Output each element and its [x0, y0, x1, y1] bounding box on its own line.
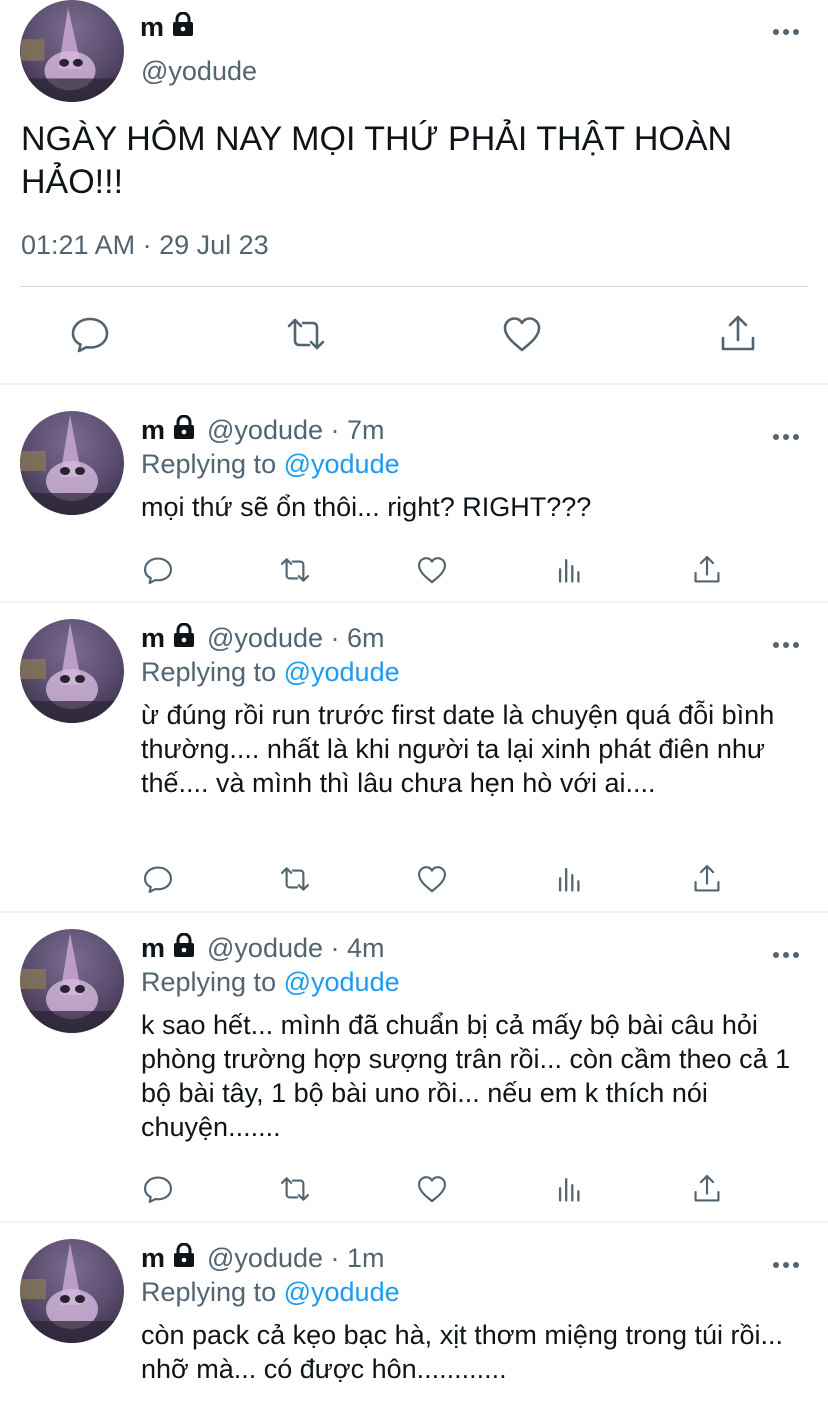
replying-prefix: Replying to	[141, 1277, 277, 1307]
action-bar	[0, 554, 828, 588]
replying-prefix: Replying to	[141, 967, 277, 997]
lock-icon	[171, 931, 197, 965]
separator	[0, 383, 828, 385]
like-icon[interactable]	[501, 313, 543, 355]
analytics-icon[interactable]	[554, 554, 586, 586]
like-icon[interactable]	[416, 863, 448, 895]
author-avatar[interactable]	[20, 929, 124, 1033]
avatar-image	[20, 933, 124, 1033]
separator	[0, 601, 828, 603]
share-icon[interactable]	[691, 1173, 723, 1205]
avatar-image	[20, 1243, 124, 1343]
divider	[20, 286, 808, 287]
lock-icon	[171, 1241, 197, 1275]
replying-prefix: Replying to	[141, 449, 277, 479]
author-handle[interactable]: @yodude	[141, 54, 257, 88]
reply-text: mọi thứ sẽ ổn thôi... right? RIGHT???	[141, 492, 592, 522]
reply-header: m @yodude · 4m	[141, 931, 385, 965]
separator	[0, 911, 828, 913]
mention-link[interactable]: @yodude	[284, 657, 400, 687]
mention-link[interactable]: @yodude	[284, 967, 400, 997]
reply-icon[interactable]	[142, 863, 174, 895]
replying-to: Replying to @yodude	[141, 655, 400, 689]
lock-icon	[171, 413, 197, 447]
share-icon[interactable]	[717, 313, 759, 355]
avatar-image	[21, 7, 123, 102]
retweet-icon[interactable]	[279, 554, 311, 586]
mention-link[interactable]: @yodude	[284, 449, 400, 479]
author-avatar[interactable]	[20, 619, 124, 723]
reply-text: k sao hết... mình đã chuẩn bị cả mấy bộ …	[141, 1010, 791, 1142]
action-bar	[0, 863, 828, 897]
retweet-icon[interactable]	[285, 313, 327, 355]
share-icon[interactable]	[691, 554, 723, 586]
author-handle-time[interactable]: @yodude · 1m	[207, 1243, 385, 1273]
reply-icon[interactable]	[69, 313, 111, 355]
more-options-icon[interactable]	[773, 1261, 801, 1269]
author-name[interactable]: m	[140, 10, 196, 44]
author-name[interactable]: m	[141, 623, 165, 653]
like-icon[interactable]	[416, 554, 448, 586]
author-name[interactable]: m	[141, 415, 165, 445]
more-options-icon[interactable]	[773, 433, 801, 441]
author-handle-time[interactable]: @yodude · 6m	[207, 623, 385, 653]
author-name[interactable]: m	[141, 1243, 165, 1273]
lock-icon	[170, 10, 196, 44]
reply-icon[interactable]	[142, 554, 174, 586]
reply-text: còn pack cả kẹo bạc hà, xịt thơm miệng t…	[141, 1320, 784, 1384]
reply-header: m @yodude · 1m	[141, 1241, 385, 1275]
reply-header: m @yodude · 6m	[141, 621, 385, 655]
tweet-text: NGÀY HÔM NAY MỌI THỨ PHẢI THẬT HOÀN HẢO!…	[21, 120, 733, 201]
retweet-icon[interactable]	[279, 863, 311, 895]
reply-icon[interactable]	[142, 1173, 174, 1205]
replying-prefix: Replying to	[141, 657, 277, 687]
analytics-icon[interactable]	[554, 1173, 586, 1205]
reply-text: ừ đúng rồi run trước first date là chuyệ…	[141, 700, 775, 798]
separator	[0, 1221, 828, 1223]
like-icon[interactable]	[416, 1173, 448, 1205]
author-avatar[interactable]	[20, 411, 124, 515]
avatar-image	[20, 415, 124, 515]
action-bar	[0, 1173, 828, 1207]
author-avatar[interactable]	[20, 1239, 124, 1343]
more-options-icon[interactable]	[773, 28, 801, 36]
retweet-icon[interactable]	[279, 1173, 311, 1205]
replying-to: Replying to @yodude	[141, 1275, 400, 1309]
more-options-icon[interactable]	[773, 641, 801, 649]
author-avatar[interactable]	[20, 0, 124, 102]
tweet-timestamp[interactable]: 01:21 AM · 29 Jul 23	[21, 228, 269, 262]
reply-header: m @yodude · 7m	[141, 413, 385, 447]
author-name[interactable]: m	[141, 933, 165, 963]
share-icon[interactable]	[691, 863, 723, 895]
analytics-icon[interactable]	[554, 863, 586, 895]
replying-to: Replying to @yodude	[141, 965, 400, 999]
avatar-image	[20, 623, 124, 723]
mention-link[interactable]: @yodude	[284, 1277, 400, 1307]
replying-to: Replying to @yodude	[141, 447, 400, 481]
lock-icon	[171, 621, 197, 655]
author-name-text: m	[140, 12, 165, 42]
more-options-icon[interactable]	[773, 951, 801, 959]
author-handle-time[interactable]: @yodude · 4m	[207, 933, 385, 963]
author-handle-time[interactable]: @yodude · 7m	[207, 415, 385, 445]
